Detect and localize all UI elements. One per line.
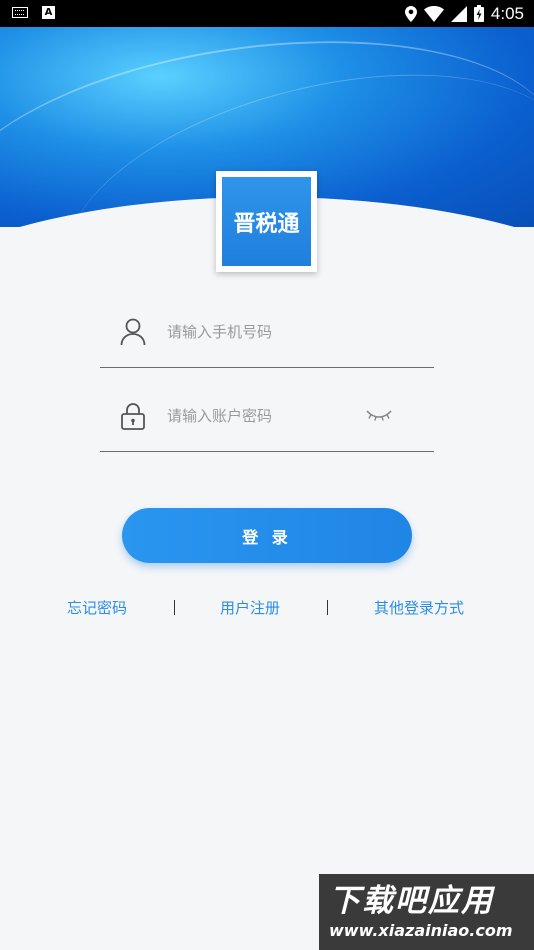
password-input[interactable] (167, 404, 347, 428)
keyboard-icon (12, 7, 28, 18)
auth-links: 忘记密码 用户注册 其他登录方式 (0, 597, 534, 621)
battery-charging-icon (473, 5, 484, 22)
watermark-url: www.xiazainiao.com (329, 921, 513, 940)
eye-closed-icon[interactable] (366, 408, 392, 422)
link-divider (174, 600, 175, 615)
lock-icon (121, 403, 145, 430)
login-button[interactable]: 登 录 (122, 508, 412, 563)
forgot-password-link[interactable]: 忘记密码 (67, 597, 127, 619)
phone-field (100, 284, 434, 368)
other-login-link[interactable]: 其他登录方式 (374, 597, 464, 619)
user-icon (120, 318, 146, 346)
status-bar: A 4:05 (0, 0, 534, 27)
register-link[interactable]: 用户注册 (220, 597, 280, 619)
phone-input[interactable] (167, 320, 347, 344)
password-field (100, 368, 434, 452)
wifi-icon (423, 5, 444, 22)
link-divider (327, 600, 328, 615)
status-time: 4:05 (490, 4, 524, 23)
text-a-icon: A (42, 6, 55, 19)
watermark-title: 下载吧应用 (329, 883, 494, 919)
location-icon (404, 5, 417, 22)
signal-icon (450, 5, 467, 22)
login-screen: A 4:05 晋税通 请输入手机号码 登 录 忘记密码 用户注册 其他登录方式 … (0, 0, 534, 950)
status-right: 4:05 (404, 2, 524, 25)
watermark-badge: 下载吧应用 www.xiazainiao.com (319, 874, 534, 950)
status-left: A (12, 6, 55, 19)
app-logo-text: 晋税通 (222, 177, 311, 266)
app-logo: 晋税通 (216, 171, 317, 272)
